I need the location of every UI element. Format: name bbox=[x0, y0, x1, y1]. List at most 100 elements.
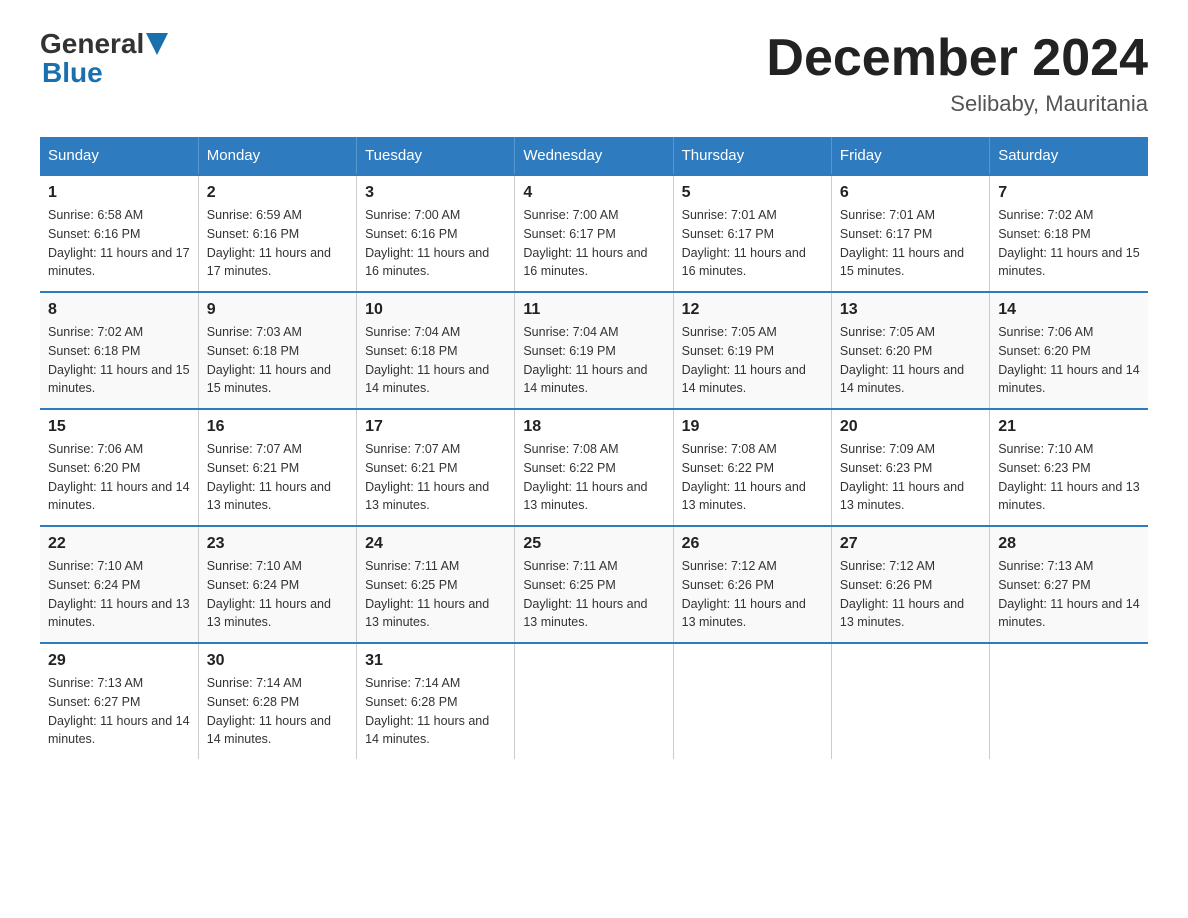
calendar-cell: 8 Sunrise: 7:02 AMSunset: 6:18 PMDaylight… bbox=[40, 292, 198, 409]
day-info: Sunrise: 7:14 AMSunset: 6:28 PMDaylight:… bbox=[365, 674, 506, 749]
calendar-cell: 29 Sunrise: 7:13 AMSunset: 6:27 PMDayligh… bbox=[40, 643, 198, 759]
calendar-cell: 30 Sunrise: 7:14 AMSunset: 6:28 PMDayligh… bbox=[198, 643, 356, 759]
page-header: General Blue December 2024 Selibaby, Mau… bbox=[40, 30, 1148, 117]
calendar-cell: 15 Sunrise: 7:06 AMSunset: 6:20 PMDayligh… bbox=[40, 409, 198, 526]
day-info: Sunrise: 7:11 AMSunset: 6:25 PMDaylight:… bbox=[365, 557, 506, 632]
day-number: 7 bbox=[998, 184, 1140, 202]
calendar-cell: 20Sunrise: 7:09 AMSunset: 6:23 PMDayligh… bbox=[831, 409, 989, 526]
header-tuesday: Tuesday bbox=[357, 137, 515, 175]
day-info: Sunrise: 7:12 AMSunset: 6:26 PMDaylight:… bbox=[840, 557, 981, 632]
day-info: Sunrise: 7:06 AMSunset: 6:20 PMDaylight:… bbox=[998, 323, 1140, 398]
week-row-2: 8 Sunrise: 7:02 AMSunset: 6:18 PMDaylight… bbox=[40, 292, 1148, 409]
header-saturday: Saturday bbox=[990, 137, 1148, 175]
calendar-cell: 17 Sunrise: 7:07 AMSunset: 6:21 PMDayligh… bbox=[357, 409, 515, 526]
header-sunday: Sunday bbox=[40, 137, 198, 175]
month-title: December 2024 bbox=[766, 30, 1148, 87]
calendar-table: SundayMondayTuesdayWednesdayThursdayFrid… bbox=[40, 137, 1148, 759]
day-info: Sunrise: 7:08 AMSunset: 6:22 PMDaylight:… bbox=[682, 440, 823, 515]
day-number: 31 bbox=[365, 652, 506, 670]
calendar-cell: 12Sunrise: 7:05 AMSunset: 6:19 PMDayligh… bbox=[673, 292, 831, 409]
calendar-cell: 2 Sunrise: 6:59 AMSunset: 6:16 PMDaylight… bbox=[198, 175, 356, 292]
day-info: Sunrise: 7:13 AMSunset: 6:27 PMDaylight:… bbox=[998, 557, 1140, 632]
week-row-4: 22 Sunrise: 7:10 AMSunset: 6:24 PMDayligh… bbox=[40, 526, 1148, 643]
day-number: 15 bbox=[48, 418, 190, 436]
week-row-5: 29 Sunrise: 7:13 AMSunset: 6:27 PMDayligh… bbox=[40, 643, 1148, 759]
day-info: Sunrise: 7:03 AMSunset: 6:18 PMDaylight:… bbox=[207, 323, 348, 398]
header-wednesday: Wednesday bbox=[515, 137, 673, 175]
calendar-cell: 21Sunrise: 7:10 AMSunset: 6:23 PMDayligh… bbox=[990, 409, 1148, 526]
calendar-cell: 22 Sunrise: 7:10 AMSunset: 6:24 PMDayligh… bbox=[40, 526, 198, 643]
day-number: 17 bbox=[365, 418, 506, 436]
calendar-cell bbox=[515, 643, 673, 759]
calendar-cell: 16 Sunrise: 7:07 AMSunset: 6:21 PMDayligh… bbox=[198, 409, 356, 526]
day-number: 14 bbox=[998, 301, 1140, 319]
day-info: Sunrise: 7:10 AMSunset: 6:24 PMDaylight:… bbox=[48, 557, 190, 632]
day-number: 26 bbox=[682, 535, 823, 553]
day-info: Sunrise: 7:14 AMSunset: 6:28 PMDaylight:… bbox=[207, 674, 348, 749]
day-number: 13 bbox=[840, 301, 981, 319]
day-info: Sunrise: 7:10 AMSunset: 6:23 PMDaylight:… bbox=[998, 440, 1140, 515]
header-friday: Friday bbox=[831, 137, 989, 175]
day-info: Sunrise: 6:59 AMSunset: 6:16 PMDaylight:… bbox=[207, 206, 348, 281]
day-number: 2 bbox=[207, 184, 348, 202]
logo-blue-text: Blue bbox=[42, 58, 168, 89]
header-thursday: Thursday bbox=[673, 137, 831, 175]
day-info: Sunrise: 7:06 AMSunset: 6:20 PMDaylight:… bbox=[48, 440, 190, 515]
week-row-1: 1 Sunrise: 6:58 AMSunset: 6:16 PMDaylight… bbox=[40, 175, 1148, 292]
day-info: Sunrise: 7:04 AMSunset: 6:18 PMDaylight:… bbox=[365, 323, 506, 398]
day-number: 5 bbox=[682, 184, 823, 202]
calendar-cell: 9 Sunrise: 7:03 AMSunset: 6:18 PMDaylight… bbox=[198, 292, 356, 409]
day-info: Sunrise: 7:02 AMSunset: 6:18 PMDaylight:… bbox=[998, 206, 1140, 281]
day-number: 29 bbox=[48, 652, 190, 670]
day-info: Sunrise: 7:00 AMSunset: 6:16 PMDaylight:… bbox=[365, 206, 506, 281]
calendar-cell: 4Sunrise: 7:00 AMSunset: 6:17 PMDaylight… bbox=[515, 175, 673, 292]
logo-triangle-icon bbox=[146, 33, 168, 55]
day-number: 28 bbox=[998, 535, 1140, 553]
calendar-cell: 27 Sunrise: 7:12 AMSunset: 6:26 PMDayligh… bbox=[831, 526, 989, 643]
day-number: 18 bbox=[523, 418, 664, 436]
calendar-cell: 10Sunrise: 7:04 AMSunset: 6:18 PMDayligh… bbox=[357, 292, 515, 409]
day-number: 6 bbox=[840, 184, 981, 202]
calendar-cell: 7 Sunrise: 7:02 AMSunset: 6:18 PMDaylight… bbox=[990, 175, 1148, 292]
calendar-cell: 25Sunrise: 7:11 AMSunset: 6:25 PMDayligh… bbox=[515, 526, 673, 643]
day-info: Sunrise: 7:07 AMSunset: 6:21 PMDaylight:… bbox=[365, 440, 506, 515]
location-subtitle: Selibaby, Mauritania bbox=[766, 91, 1148, 117]
day-number: 9 bbox=[207, 301, 348, 319]
day-number: 12 bbox=[682, 301, 823, 319]
day-number: 30 bbox=[207, 652, 348, 670]
title-area: December 2024 Selibaby, Mauritania bbox=[766, 30, 1148, 117]
day-number: 23 bbox=[207, 535, 348, 553]
day-info: Sunrise: 7:02 AMSunset: 6:18 PMDaylight:… bbox=[48, 323, 190, 398]
calendar-cell: 3 Sunrise: 7:00 AMSunset: 6:16 PMDaylight… bbox=[357, 175, 515, 292]
calendar-cell: 6 Sunrise: 7:01 AMSunset: 6:17 PMDaylight… bbox=[831, 175, 989, 292]
day-number: 22 bbox=[48, 535, 190, 553]
logo: General Blue bbox=[40, 30, 168, 89]
week-row-3: 15 Sunrise: 7:06 AMSunset: 6:20 PMDayligh… bbox=[40, 409, 1148, 526]
day-number: 3 bbox=[365, 184, 506, 202]
day-number: 24 bbox=[365, 535, 506, 553]
logo-general-text: General bbox=[40, 30, 144, 58]
day-info: Sunrise: 7:11 AMSunset: 6:25 PMDaylight:… bbox=[523, 557, 664, 632]
header-monday: Monday bbox=[198, 137, 356, 175]
calendar-cell: 13 Sunrise: 7:05 AMSunset: 6:20 PMDayligh… bbox=[831, 292, 989, 409]
day-info: Sunrise: 6:58 AMSunset: 6:16 PMDaylight:… bbox=[48, 206, 190, 281]
day-number: 27 bbox=[840, 535, 981, 553]
day-info: Sunrise: 7:13 AMSunset: 6:27 PMDaylight:… bbox=[48, 674, 190, 749]
day-number: 8 bbox=[48, 301, 190, 319]
calendar-cell: 18Sunrise: 7:08 AMSunset: 6:22 PMDayligh… bbox=[515, 409, 673, 526]
day-info: Sunrise: 7:05 AMSunset: 6:20 PMDaylight:… bbox=[840, 323, 981, 398]
day-info: Sunrise: 7:10 AMSunset: 6:24 PMDaylight:… bbox=[207, 557, 348, 632]
day-number: 1 bbox=[48, 184, 190, 202]
day-info: Sunrise: 7:01 AMSunset: 6:17 PMDaylight:… bbox=[682, 206, 823, 281]
day-number: 20 bbox=[840, 418, 981, 436]
calendar-cell: 14 Sunrise: 7:06 AMSunset: 6:20 PMDayligh… bbox=[990, 292, 1148, 409]
calendar-cell: 1 Sunrise: 6:58 AMSunset: 6:16 PMDaylight… bbox=[40, 175, 198, 292]
day-number: 16 bbox=[207, 418, 348, 436]
day-number: 11 bbox=[523, 301, 664, 319]
calendar-cell: 28 Sunrise: 7:13 AMSunset: 6:27 PMDayligh… bbox=[990, 526, 1148, 643]
day-info: Sunrise: 7:12 AMSunset: 6:26 PMDaylight:… bbox=[682, 557, 823, 632]
day-info: Sunrise: 7:07 AMSunset: 6:21 PMDaylight:… bbox=[207, 440, 348, 515]
day-info: Sunrise: 7:01 AMSunset: 6:17 PMDaylight:… bbox=[840, 206, 981, 281]
calendar-cell: 26 Sunrise: 7:12 AMSunset: 6:26 PMDayligh… bbox=[673, 526, 831, 643]
calendar-cell: 31 Sunrise: 7:14 AMSunset: 6:28 PMDayligh… bbox=[357, 643, 515, 759]
